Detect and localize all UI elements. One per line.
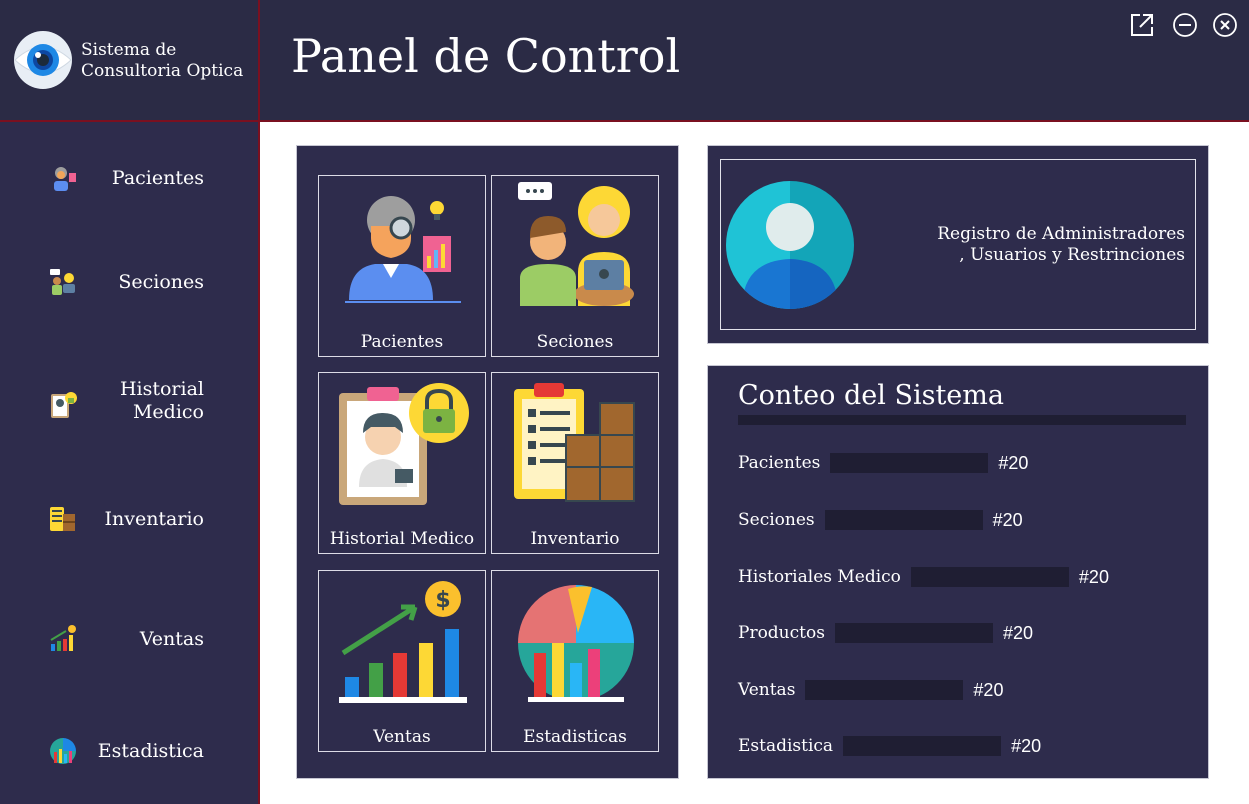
tile-label: Seciones <box>536 332 614 352</box>
count-row-seciones: Seciones #20 <box>738 508 1023 532</box>
count-bar <box>843 736 1002 756</box>
count-row-pacientes: Pacientes #20 <box>738 451 1028 475</box>
tile-seciones[interactable]: Seciones <box>491 175 659 357</box>
count-bar <box>805 680 964 700</box>
minimize-icon[interactable] <box>1172 12 1198 38</box>
system-count-panel: Conteo del Sistema Pacientes #20 Secione… <box>707 365 1209 779</box>
sidebar-item-label-line2: Medico <box>132 401 204 423</box>
tile-ventas[interactable]: $ Ventas <box>318 570 486 752</box>
sales-chart-icon <box>50 625 76 651</box>
admin-registry-button[interactable]: Registro de Administradores , Usuarios y… <box>720 159 1196 330</box>
sidebar-item-pacientes[interactable]: Pacientes <box>0 148 258 208</box>
brand-area: Sistema de Consultoria Optica <box>0 0 258 120</box>
sidebar-item-label: Pacientes <box>111 167 204 189</box>
tile-label: Historial Medico <box>329 529 475 549</box>
svg-text:$: $ <box>435 588 450 613</box>
app-name-line2: Consultoria Optica <box>81 61 244 81</box>
count-value: #20 <box>973 679 1004 700</box>
tile-historial-medico[interactable]: Historial Medico <box>318 372 486 554</box>
count-value: #20 <box>1078 566 1109 587</box>
admin-registry-label: Registro de Administradores , Usuarios y… <box>937 224 1185 266</box>
count-row-historiales: Historiales Medico #20 <box>738 565 1109 589</box>
close-icon[interactable] <box>1212 12 1238 38</box>
count-value: #20 <box>992 509 1023 530</box>
inventory-icon <box>50 507 75 531</box>
count-row-productos: Productos #20 <box>738 621 1033 645</box>
count-bar <box>910 567 1069 587</box>
tile-inventario[interactable]: Inventario <box>491 372 659 554</box>
tile-pacientes[interactable]: Pacientes <box>318 175 486 357</box>
count-title: Conteo del Sistema <box>738 380 1004 411</box>
sidebar: Pacientes Seciones Historial Medico Inve… <box>0 122 258 804</box>
clipboard-boxes-icon <box>514 383 635 502</box>
count-divider <box>738 415 1186 425</box>
sidebar-item-seciones[interactable]: Seciones <box>0 252 258 312</box>
count-value: #20 <box>1002 622 1033 643</box>
tile-label: Inventario <box>530 529 620 549</box>
modules-panel: Pacientes Seciones Historial Medico Inve… <box>296 145 679 779</box>
app-name-line1: Sistema de <box>81 40 177 60</box>
count-value: #20 <box>998 452 1029 473</box>
pie-bar-chart-icon <box>518 585 634 702</box>
sidebar-item-label-line1: Historial <box>119 378 204 400</box>
external-link-icon[interactable] <box>1129 12 1155 38</box>
page-title: Panel de Control <box>291 29 681 83</box>
count-label: Historiales Medico <box>738 567 901 587</box>
medical-record-icon <box>51 392 77 418</box>
count-label: Seciones <box>738 510 815 530</box>
eye-logo-icon <box>14 31 72 89</box>
sessions-icon <box>50 269 75 295</box>
count-bar <box>824 510 983 530</box>
count-value: #20 <box>1011 735 1042 756</box>
tile-label: Pacientes <box>360 332 444 352</box>
count-bar <box>830 453 989 473</box>
app-name: Sistema de Consultoria Optica <box>81 40 243 82</box>
consultation-session-icon <box>518 182 634 306</box>
sidebar-item-label: Ventas <box>139 628 204 650</box>
statistics-icon <box>50 738 76 764</box>
count-bar <box>834 623 993 643</box>
count-label: Pacientes <box>738 453 821 473</box>
count-row-ventas: Ventas #20 <box>738 678 1003 702</box>
user-avatar-icon <box>726 181 854 309</box>
patients-icon <box>54 167 76 191</box>
tile-label: Ventas <box>373 727 431 747</box>
count-label: Ventas <box>738 680 796 700</box>
tile-label: Estadisticas <box>523 727 627 747</box>
header: Panel de Control <box>260 0 1249 120</box>
count-row-estadistica: Estadistica #20 <box>738 734 1041 758</box>
sidebar-item-label: Inventario <box>104 508 204 530</box>
sidebar-item-label: Seciones <box>118 271 204 293</box>
growth-chart-coin-icon: $ <box>339 581 467 703</box>
sidebar-item-estadistica[interactable]: Estadistica <box>0 721 258 781</box>
patient-magnifier-icon <box>345 196 461 303</box>
sidebar-item-ventas[interactable]: Ventas <box>0 609 258 669</box>
admin-registry-line1: Registro de Administradores <box>937 224 1185 244</box>
sidebar-item-label: Estadistica <box>97 740 204 762</box>
count-label: Estadistica <box>738 736 834 756</box>
admin-panel: Registro de Administradores , Usuarios y… <box>707 145 1209 344</box>
locked-medical-record-icon <box>339 383 469 505</box>
count-label: Productos <box>738 623 825 643</box>
sidebar-item-label: Historial Medico <box>120 378 204 424</box>
tile-estadisticas[interactable]: Estadisticas <box>491 570 659 752</box>
sidebar-item-inventario[interactable]: Inventario <box>0 489 258 549</box>
divider-horizontal <box>0 120 1249 122</box>
admin-registry-line2: , Usuarios y Restrinciones <box>959 245 1185 265</box>
sidebar-item-historial-medico[interactable]: Historial Medico <box>0 370 258 440</box>
